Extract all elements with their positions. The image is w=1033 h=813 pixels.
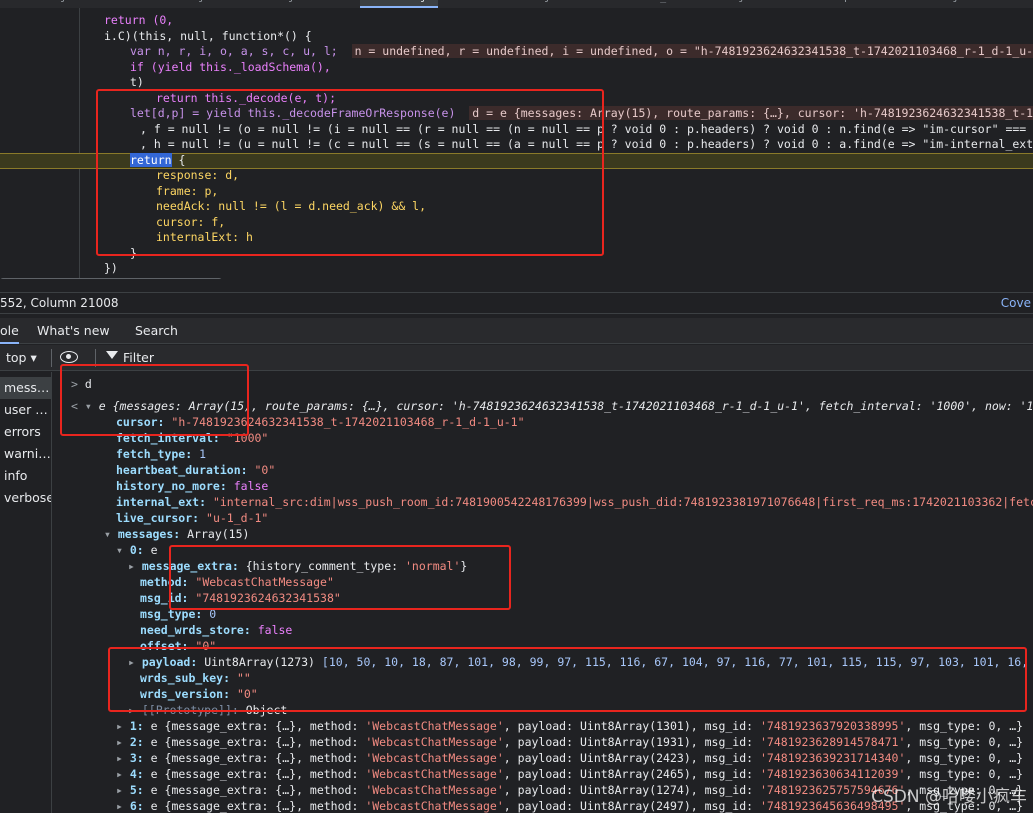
tab-console[interactable]: ole [0,323,19,344]
code-line: i.C)(this, null, function*() { [104,29,312,43]
red-annotation-box [169,545,511,610]
horizontal-scrollbar[interactable] [0,278,222,279]
filter-input[interactable]: Filter [123,350,154,365]
sidebar-item-warnings[interactable]: warni… [0,443,51,465]
editor-status-bar: 552, Column 21008 Cove [0,292,1033,314]
toolbar-divider [51,349,52,367]
context-selector[interactable]: top ▾ [6,350,37,365]
context-label: top [6,350,27,365]
array-item-collapsed[interactable]: ▸ 4: e {message_extra: {…}, method: 'Web… [116,766,1023,782]
sidebar-item-info[interactable]: info [0,465,51,487]
file-tab[interactable]: d3e6c3e.js [490,0,562,8]
line-number-gutter[interactable] [0,8,80,279]
file-tab-bar: adsaeb7e.js a4a6f0e6d16.js b8b8f8e8.js c… [0,0,1033,8]
code-line: return (0, [104,13,174,27]
file-tab[interactable]: adsaeb7e.js [0,0,78,8]
tab-search[interactable]: Search [135,323,178,338]
watermark-text: CSDN @哈喽小疯车 [871,787,1027,807]
drawer-tab-bar: ole What's new Search [0,318,1033,344]
collapse-triangle-icon: ▸ [116,735,123,749]
property-row: fetch_type: 1 [116,447,207,461]
collapse-triangle-icon: ▸ [116,799,123,813]
code-line: if (yield this._loadSchema(), [130,60,331,74]
file-tab[interactable]: 2a6s_d1f0c7.2533.js [630,0,756,8]
coverage-link[interactable]: Cove [1001,296,1031,310]
code-line: var n, r, i, o, a, s, c, u, l; n = undef… [130,44,1033,60]
inline-value: n = undefined, r = undefined, i = undefi… [351,44,1033,58]
array-item-expanded[interactable]: ▾ 0: e [116,542,158,558]
property-row: need_wrds_store: false [140,623,293,637]
sidebar-item-user-messages[interactable]: user … [0,399,51,421]
file-tab-active[interactable]: c3c4f7e8.js [360,0,439,8]
sidebar-item-verbose[interactable]: verbose [0,487,51,509]
collapse-triangle-icon: ▸ [128,559,135,573]
filter-icon[interactable] [106,351,118,359]
collapse-triangle-icon: ▸ [116,751,123,765]
collapse-triangle-icon: ▸ [116,719,123,733]
file-tab[interactable]: transport-schema.24e93.js [808,0,971,8]
red-annotation-box [60,364,249,436]
expand-triangle-icon: ▾ [104,527,111,541]
property-row: internal_ext: "internal_src:dim|wss_push… [116,495,1033,509]
red-annotation-box [108,647,1027,712]
property-row: live_cursor: "u-1_d-1" [116,511,269,525]
sidebar-item-errors[interactable]: errors [0,421,51,443]
collapse-triangle-icon: ▸ [116,783,123,797]
console-sidebar: mess… user … errors warni… info verbose [0,372,52,813]
collapse-triangle-icon: ▸ [116,767,123,781]
property-row: heartbeat_duration: "0" [116,463,276,477]
red-annotation-box [96,89,604,256]
property-row-expandable[interactable]: ▾ messages: Array(15) [104,526,249,542]
eye-icon[interactable] [60,351,78,363]
cursor-position: 552, Column 21008 [0,296,119,310]
chevron-down-icon: ▾ [30,350,37,365]
file-tab[interactable]: b8b8f8e8.js [228,0,306,8]
code-line: }) [104,261,118,275]
array-item-collapsed[interactable]: ▸ 2: e {message_extra: {…}, method: 'Web… [116,734,1023,750]
expand-triangle-icon: ▾ [116,543,123,557]
array-item-collapsed[interactable]: ▸ 3: e {message_extra: {…}, method: 'Web… [116,750,1023,766]
property-row: history_no_more: false [116,479,269,493]
file-tab[interactable]: a4a6f0e6d16.js [120,0,216,8]
array-item-collapsed[interactable]: ▸ 1: e {message_extra: {…}, method: 'Web… [116,718,1023,734]
tab-whats-new[interactable]: What's new [37,323,110,338]
sidebar-item-messages[interactable]: mess… [0,377,51,399]
